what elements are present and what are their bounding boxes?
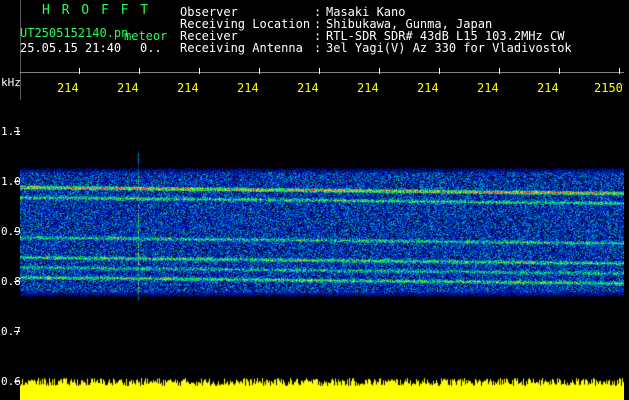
time-tick-label: 214 (57, 81, 79, 95)
antenna-separator: : (314, 41, 322, 55)
spectrogram-window: H R O F F T UT2505152140.pn meteor 25.05… (0, 0, 629, 400)
time-tick-label: 2150 (594, 81, 623, 95)
time-tick-mark (439, 68, 440, 74)
app-title: H R O F F T (42, 3, 151, 18)
filename: UT2505152140.pn (20, 26, 129, 40)
time-tick-label: 214 (297, 81, 319, 95)
time-tick-label: 214 (537, 81, 559, 95)
frame-counter: 0.. (140, 41, 162, 55)
time-tick-label: 214 (117, 81, 139, 95)
datetime: 25.05.15 21:40 (20, 41, 122, 55)
time-tick-label: 214 (417, 81, 439, 95)
time-tick-mark (619, 68, 620, 74)
antenna-value: 3el Yagi(V) Az 330 for Vladivostok (326, 41, 572, 55)
time-tick-label: 214 (357, 81, 379, 95)
time-tick-mark (319, 68, 320, 74)
time-tick-label: 214 (477, 81, 499, 95)
unit-label: kHz (1, 76, 21, 89)
time-tick-mark (259, 68, 260, 74)
time-tick-mark (139, 68, 140, 74)
time-tick-mark (79, 68, 80, 74)
antenna-label: Receiving Antenna (180, 41, 303, 55)
spectrogram-plot (20, 100, 624, 400)
time-tick-mark (559, 68, 560, 74)
time-tick-label: 214 (237, 81, 259, 95)
time-tick-mark (379, 68, 380, 74)
time-axis-line (20, 72, 624, 73)
time-tick-mark (499, 68, 500, 74)
time-tick-label: 214 (177, 81, 199, 95)
time-tick-mark (199, 68, 200, 74)
